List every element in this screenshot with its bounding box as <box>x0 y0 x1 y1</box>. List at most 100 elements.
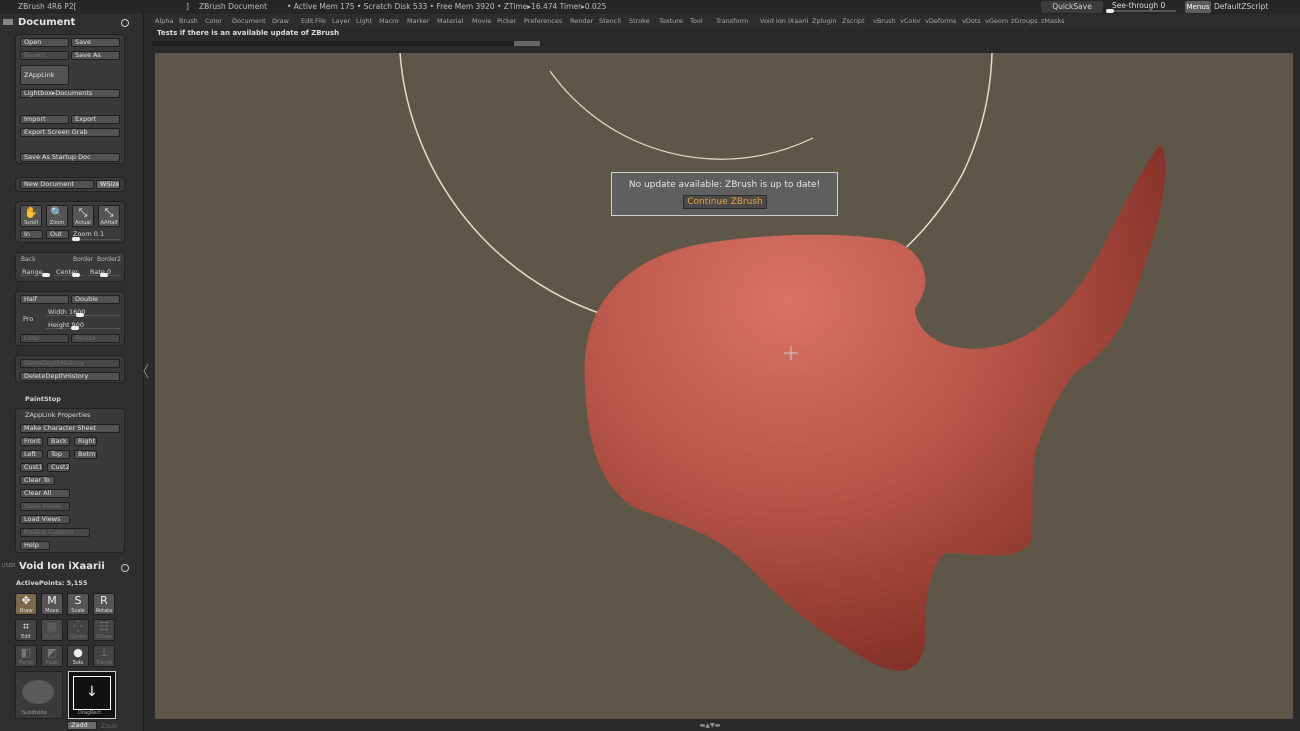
menu-brush[interactable]: Brush <box>179 17 198 25</box>
bottom-view-button[interactable]: Botm <box>74 450 97 459</box>
quicksave-button[interactable]: QuickSave <box>1041 1 1103 13</box>
menu-file[interactable]: File <box>315 17 326 25</box>
scale-button[interactable]: S Scale <box>67 593 89 615</box>
save-as-button[interactable]: Save As <box>71 51 120 60</box>
border2-label[interactable]: Border2 <box>97 256 121 263</box>
make-character-sheet-button[interactable]: Make Character Sheet <box>20 424 120 433</box>
menus-button[interactable]: Menus <box>1185 1 1211 13</box>
update-scroll-track[interactable] <box>152 41 542 46</box>
menu-texture[interactable]: Texture <box>659 17 683 25</box>
menu-layer[interactable]: Layer <box>332 17 350 25</box>
export-button[interactable]: Export <box>71 115 120 124</box>
slider-handle[interactable] <box>42 273 50 277</box>
menu-stencil[interactable]: Stencil <box>599 17 621 25</box>
zsub-button[interactable]: Zsub <box>101 722 117 730</box>
menu-vbrush[interactable]: vBrush <box>873 17 896 25</box>
floor-button[interactable]: ◩ Floor <box>41 645 63 667</box>
export-screen-grab-button[interactable]: Export Screen Grab <box>20 128 120 137</box>
menu-void-ion-ixaarii[interactable]: Void Ion iXaarii <box>760 17 809 25</box>
paintstop-label[interactable]: PaintStop <box>25 395 61 403</box>
zoom-in-button[interactable]: In <box>20 230 43 239</box>
menu-picker[interactable]: Picker <box>497 17 516 25</box>
solo-button[interactable]: ● Solo <box>67 645 89 667</box>
menu-movie[interactable]: Movie <box>472 17 491 25</box>
save-as-startup-doc-button[interactable]: Save As Startup Doc <box>20 153 120 162</box>
menu-zscript[interactable]: Zscript <box>842 17 865 25</box>
half-button[interactable]: Half <box>20 295 69 304</box>
menu-transform[interactable]: Transform <box>716 17 748 25</box>
default-zscript-button[interactable]: DefaultZScript <box>1214 2 1268 11</box>
slider-handle[interactable] <box>1106 9 1114 13</box>
zoom-out-button[interactable]: Out <box>46 230 69 239</box>
menu-zplugin[interactable]: Zplugin <box>812 17 837 25</box>
menu-light[interactable]: Light <box>356 17 372 25</box>
menu-vgeom[interactable]: vGeom <box>985 17 1008 25</box>
menu-vdots[interactable]: vDots <box>962 17 981 25</box>
slider-handle[interactable] <box>72 237 80 241</box>
transp-button[interactable]: ⊥ Transp <box>93 645 115 667</box>
width-slider[interactable]: Width 1600 <box>46 307 120 317</box>
update-scroll-thumb[interactable] <box>514 41 540 46</box>
menu-macro[interactable]: Macro <box>379 17 399 25</box>
scolor-button[interactable]: ▦ SColor <box>41 619 63 641</box>
menu-draw[interactable]: Draw <box>272 17 289 25</box>
menu-edit[interactable]: Edit <box>301 17 314 25</box>
help-button[interactable]: Help <box>20 541 50 550</box>
custom2-button[interactable]: Cust2 <box>47 463 70 472</box>
menu-zgroups[interactable]: zGroups <box>1011 17 1038 25</box>
scroll-button[interactable]: ✋ Scroll <box>20 205 42 227</box>
zadd-button[interactable]: Zadd <box>67 721 97 730</box>
load-views-button[interactable]: Load Views <box>20 515 70 524</box>
continue-zbrush-button[interactable]: Continue ZBrush <box>683 195 767 209</box>
gizmo-button[interactable]: ⁛ Gizmo <box>67 619 89 641</box>
zoom-slider[interactable] <box>72 231 120 241</box>
front-view-button[interactable]: Front <box>20 437 43 446</box>
clear-to-button[interactable]: Clear To <box>20 476 55 485</box>
menu-render[interactable]: Render <box>570 17 593 25</box>
menu-marker[interactable]: Marker <box>407 17 429 25</box>
slider-handle[interactable] <box>71 326 79 330</box>
edit-button[interactable]: ⌗ Edit <box>15 619 37 641</box>
pro-toggle[interactable]: Pro <box>23 315 33 323</box>
save-views-button[interactable]: Save Views <box>20 502 70 511</box>
custom1-button[interactable]: Cust1 <box>20 463 43 472</box>
center-slider[interactable]: Center <box>54 267 84 277</box>
left-view-button[interactable]: Left <box>20 450 43 459</box>
enable-custom-button[interactable]: Enable Custom <box>20 528 90 537</box>
double-button[interactable]: Double <box>71 295 120 304</box>
menu-document[interactable]: Document <box>232 17 266 25</box>
rate-slider[interactable]: Rate 0 <box>88 267 120 277</box>
rotate-button[interactable]: R Rotate <box>93 593 115 615</box>
revert-button[interactable]: Revert <box>20 51 69 60</box>
menu-color[interactable]: Color <box>205 17 222 25</box>
border-label[interactable]: Border <box>73 256 93 263</box>
height-slider[interactable]: Height 900 <box>46 320 120 330</box>
import-button[interactable]: Import <box>20 115 69 124</box>
gear-icon[interactable] <box>121 19 129 27</box>
actual-button[interactable]: ⤡ Actual <box>72 205 94 227</box>
lightbox-documents-button[interactable]: Lightbox▸Documents <box>20 89 120 98</box>
menu-preferences[interactable]: Preferences <box>524 17 562 25</box>
gear-icon[interactable] <box>121 564 129 572</box>
menu-vcolor[interactable]: vColor <box>900 17 921 25</box>
range-slider[interactable]: Range <box>20 267 50 277</box>
clear-all-button[interactable]: Clear All <box>20 489 70 498</box>
see-through-slider[interactable] <box>1106 9 1176 13</box>
menu-zmasks[interactable]: zMasks <box>1041 17 1065 25</box>
top-view-button[interactable]: Top <box>47 450 70 459</box>
store-depth-history-button[interactable]: StoreDepthHistory <box>20 359 120 368</box>
back-view-button[interactable]: Back <box>47 437 70 446</box>
dragrect-stroke-thumbnail[interactable]: ↓ DragRect <box>68 671 116 719</box>
slider-handle[interactable] <box>72 273 80 277</box>
zapplink-button[interactable]: ZAppLink <box>20 65 69 85</box>
document-canvas[interactable] <box>155 52 1293 719</box>
zoom-button[interactable]: 🔍 Zoom <box>46 205 68 227</box>
resize-button[interactable]: Resize <box>71 334 120 343</box>
draw-button[interactable]: ✥ Draw <box>15 593 37 615</box>
tool-thumbnail[interactable]: Subdivide <box>15 671 63 719</box>
left-tray-toggle-icon[interactable] <box>143 364 149 378</box>
slider-handle[interactable] <box>100 273 108 277</box>
menu-material[interactable]: Material <box>437 17 463 25</box>
menu-vdeforms[interactable]: vDeforms <box>925 17 956 25</box>
menu-alpha[interactable]: Alpha <box>155 17 173 25</box>
